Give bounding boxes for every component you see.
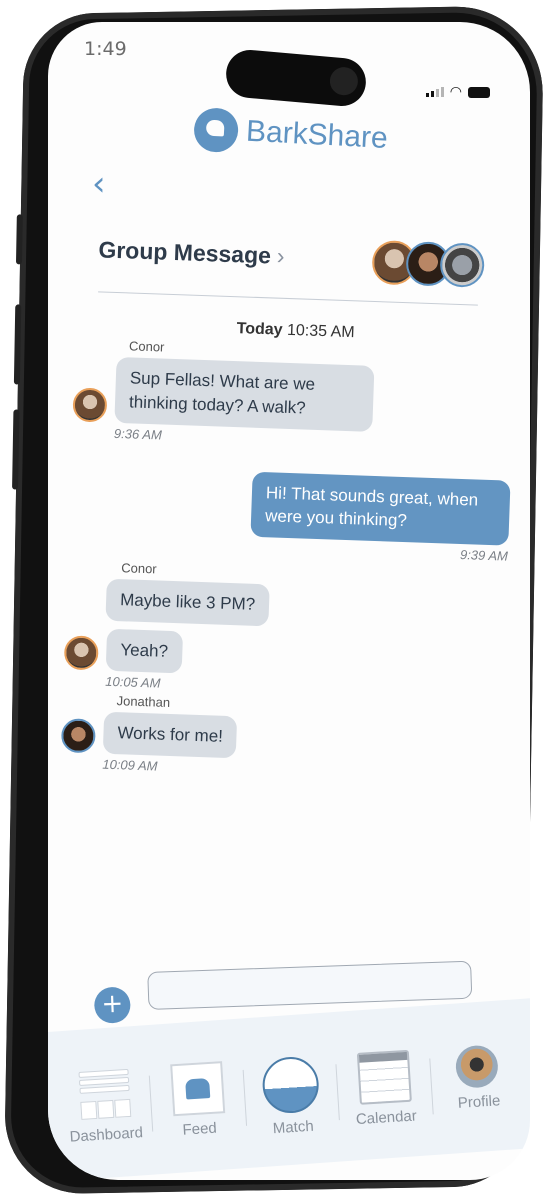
tab-label: Profile <box>457 1092 501 1112</box>
calendar-icon <box>356 1049 412 1105</box>
dynamic-island <box>224 47 368 109</box>
battery-icon <box>468 86 490 98</box>
avatar-conor[interactable] <box>72 387 108 423</box>
message-bubble-incoming[interactable]: Sup Fellas! What are we thinking today? … <box>114 356 375 432</box>
camera-icon <box>328 66 360 97</box>
message-row: Sup Fellas! What are we thinking today? … <box>72 355 514 436</box>
message-bubble-incoming[interactable]: Works for me! <box>102 711 238 758</box>
day-label: Today <box>236 320 283 339</box>
message-bubble-outgoing[interactable]: Hi! That sounds great, when were you thi… <box>250 471 511 546</box>
avatar-jonathan[interactable] <box>60 717 96 753</box>
profile-avatar <box>454 1044 500 1089</box>
tab-label: Feed <box>182 1119 218 1139</box>
tab-feed[interactable]: Feed <box>153 1060 245 1165</box>
avatar-spacer <box>65 619 105 620</box>
message-input[interactable] <box>147 960 473 1010</box>
tab-divider <box>242 1069 247 1126</box>
action-button <box>15 214 23 265</box>
status-time: 1:49 <box>84 38 127 60</box>
signal-icon <box>425 87 444 97</box>
conversation-title[interactable]: Group Message › <box>98 236 285 269</box>
tab-divider <box>149 1075 154 1132</box>
dog-logo-icon <box>192 106 240 154</box>
back-button[interactable]: ‹ <box>92 164 106 204</box>
tab-label: Dashboard <box>69 1124 144 1146</box>
day-time: 10:35 AM <box>286 321 355 342</box>
message-row: Hi! That sounds great, when were you thi… <box>69 465 511 546</box>
tab-divider <box>335 1064 341 1121</box>
chevron-right-icon: › <box>276 242 286 269</box>
tab-divider <box>429 1058 434 1115</box>
tab-label: Calendar <box>355 1107 418 1129</box>
tab-match[interactable]: Match <box>246 1054 338 1159</box>
avatar-conor[interactable] <box>63 635 99 671</box>
wifi-icon: ◠ <box>449 84 462 100</box>
app-name: BarkShare <box>245 114 389 156</box>
add-attachment-button[interactable]: + <box>93 986 131 1024</box>
match-icon <box>260 1055 321 1115</box>
message-list: Today 10:35 AM Conor Sup Fellas! What ar… <box>60 314 516 785</box>
avatar-dog[interactable] <box>439 242 485 288</box>
volume-up-button <box>13 304 22 385</box>
frame-glint <box>0 109 23 127</box>
message-bubble-incoming[interactable]: Maybe like 3 PM? <box>105 578 270 627</box>
title-text: Group Message <box>98 236 272 269</box>
tab-label: Match <box>272 1117 315 1138</box>
feed-icon <box>169 1061 225 1117</box>
status-icons: ◠ <box>425 84 490 100</box>
tab-profile[interactable]: Profile <box>433 1043 525 1148</box>
tab-dashboard[interactable]: Dashboard <box>59 1066 151 1171</box>
volume-down-button <box>12 409 20 490</box>
screen: 1:49 ◠ BarkShare ‹ Group Message › Today … <box>48 22 530 1180</box>
app-logo: BarkShare <box>192 106 389 161</box>
message-bubble-incoming[interactable]: Yeah? <box>105 628 183 674</box>
participant-avatars[interactable] <box>371 239 485 288</box>
dashboard-icon <box>76 1067 132 1122</box>
tab-calendar[interactable]: Calendar <box>339 1049 431 1154</box>
